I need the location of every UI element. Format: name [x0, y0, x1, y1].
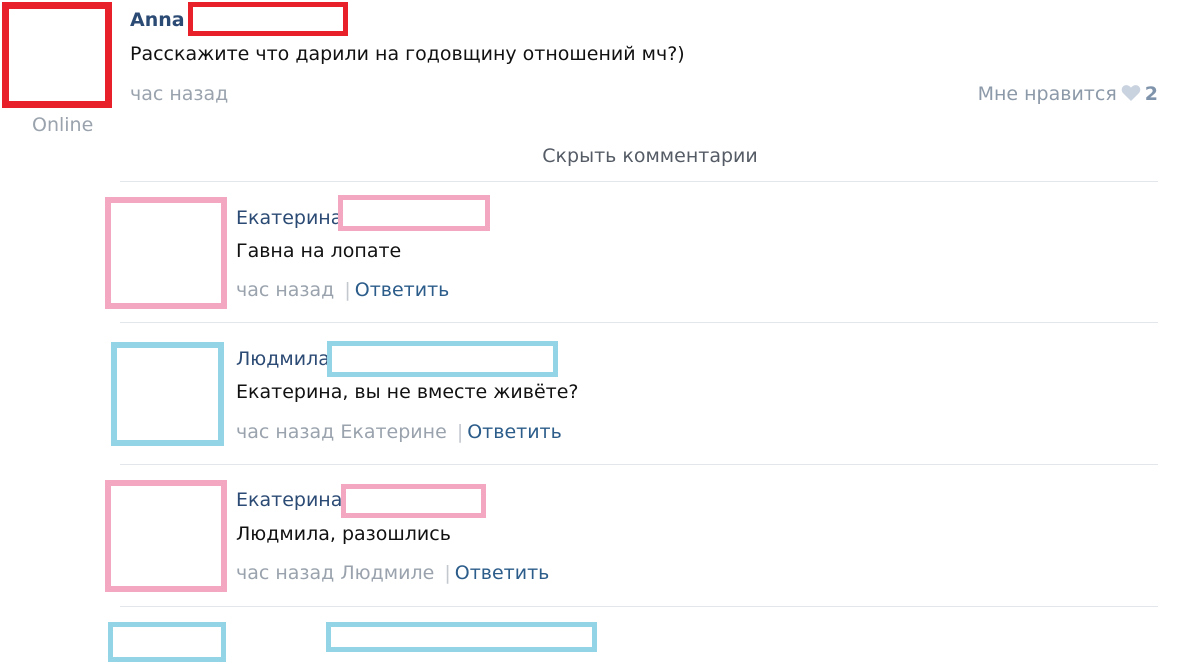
like-label: Мне нравится	[977, 83, 1117, 105]
divider	[120, 464, 1158, 465]
divider	[120, 606, 1158, 607]
comment-author-name[interactable]: Екатерина	[236, 489, 342, 511]
heart-icon	[1121, 85, 1141, 101]
comment-avatar[interactable]	[105, 197, 227, 309]
comment-avatar[interactable]	[108, 622, 226, 662]
comment-text: Гавна на лопате	[236, 240, 402, 262]
meta-separator: |	[456, 421, 464, 443]
comment-author-name[interactable]: Людмила	[236, 348, 330, 370]
comment-time[interactable]: час назад	[236, 279, 334, 301]
post-time[interactable]: час назад	[130, 83, 228, 105]
comment-meta: час назад Людмиле | Ответить	[236, 562, 549, 584]
post-text: Расскажите что дарили на годовщину отнош…	[130, 43, 685, 65]
comment-avatar[interactable]	[111, 342, 224, 446]
post-avatar[interactable]	[2, 2, 112, 108]
comment-time[interactable]: час назад	[236, 562, 334, 584]
comment-author-name[interactable]: Екатерина	[236, 207, 342, 229]
divider	[120, 322, 1158, 323]
post-author-name[interactable]: Anna	[130, 9, 185, 31]
reply-button[interactable]: Ответить	[355, 279, 450, 301]
comment-text: Екатерина, вы не вместе живёте?	[236, 381, 579, 403]
redacted-surname	[326, 622, 597, 652]
reply-button[interactable]: Ответить	[455, 562, 550, 584]
comment-avatar[interactable]	[105, 480, 227, 592]
redacted-surname	[188, 2, 348, 36]
hide-comments-link[interactable]: Скрыть комментарии	[0, 145, 1200, 167]
comment-meta: час назад | Ответить	[236, 279, 449, 301]
divider	[120, 181, 1158, 182]
reply-to-name[interactable]: Людмиле	[340, 562, 434, 584]
redacted-surname	[338, 195, 490, 231]
like-count: 2	[1144, 83, 1158, 105]
comment-text: Людмила, разошлись	[236, 523, 451, 545]
comment-meta: час назад Екатерине | Ответить	[236, 421, 562, 443]
redacted-surname	[327, 341, 558, 377]
like-button[interactable]: Мне нравится 2	[978, 83, 1158, 105]
comment-time[interactable]: час назад	[236, 421, 334, 443]
online-status: Online	[32, 114, 94, 136]
reply-button[interactable]: Ответить	[467, 421, 562, 443]
reply-to-name[interactable]: Екатерине	[340, 421, 446, 443]
meta-separator: |	[344, 279, 351, 301]
meta-separator: |	[444, 562, 451, 584]
redacted-surname	[341, 484, 486, 518]
